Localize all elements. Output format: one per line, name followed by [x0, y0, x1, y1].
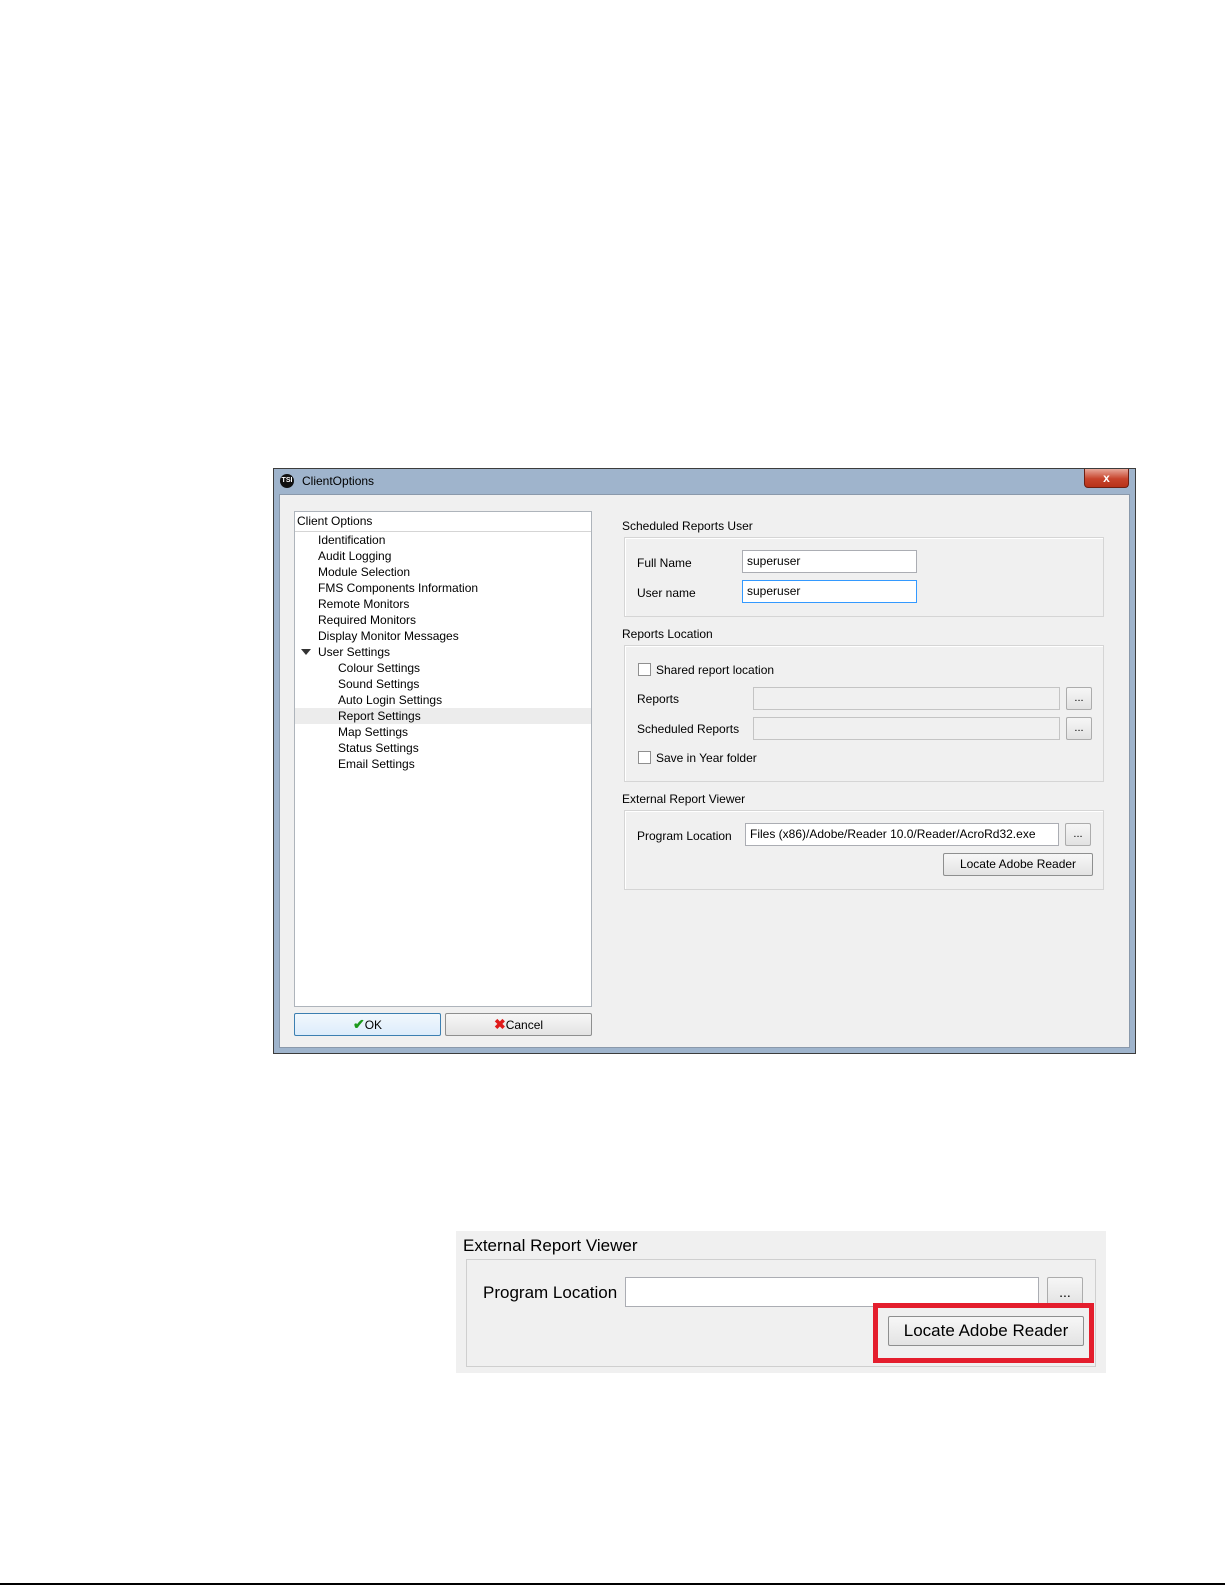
save-in-year-folder-checkbox[interactable] [638, 751, 651, 764]
tree-item-user-settings-label: User Settings [318, 645, 391, 659]
tree-item-sound-settings[interactable]: Sound Settings [295, 676, 591, 692]
tree-item-user-settings[interactable]: User Settings [295, 644, 591, 660]
checkmark-icon: ✔ [352, 1016, 365, 1032]
tsi-logo-icon: TSI [280, 474, 294, 488]
tree-item-display-monitor-messages[interactable]: Display Monitor Messages [295, 628, 591, 644]
ok-label: OK [364, 1018, 383, 1032]
dialog-body: Client Options Identification Audit Logg… [279, 494, 1130, 1048]
external-report-viewer-group: Program Location Files (x86)/Adobe/Reade… [624, 810, 1104, 890]
tree-item-fms-components[interactable]: FMS Components Information [295, 580, 591, 596]
program-location-field[interactable]: Files (x86)/Adobe/Reader 10.0/Reader/Acr… [745, 823, 1059, 846]
user-name-label: User name [637, 586, 696, 600]
tree-header: Client Options [295, 512, 591, 532]
tree-item-audit-logging[interactable]: Audit Logging [295, 548, 591, 564]
program-location-browse-button[interactable]: ... [1065, 823, 1091, 846]
options-tree: Client Options Identification Audit Logg… [294, 511, 592, 1007]
tree-item-remote-monitors[interactable]: Remote Monitors [295, 596, 591, 612]
highlight-box [873, 1303, 1094, 1363]
title-bar: TSI ClientOptions x [274, 469, 1135, 494]
tree-item-auto-login-settings[interactable]: Auto Login Settings [295, 692, 591, 708]
full-name-label: Full Name [637, 556, 692, 570]
shared-report-location-checkbox[interactable] [638, 663, 651, 676]
shared-report-location-label[interactable]: Shared report location [656, 663, 774, 677]
cancel-label: Cancel [505, 1018, 544, 1032]
external-report-viewer-title: External Report Viewer [622, 792, 746, 806]
tree-item-email-settings[interactable]: Email Settings [295, 756, 591, 772]
ok-button[interactable]: ✔OK [294, 1013, 441, 1036]
full-name-field[interactable]: superuser [742, 550, 917, 573]
tree-item-required-monitors[interactable]: Required Monitors [295, 612, 591, 628]
reports-label: Reports [637, 692, 680, 706]
zoom-program-location-label: Program Location [483, 1283, 618, 1302]
tree-item-module-selection[interactable]: Module Selection [295, 564, 591, 580]
user-name-field[interactable]: superuser [742, 580, 917, 603]
tree-item-colour-settings[interactable]: Colour Settings [295, 660, 591, 676]
reports-location-title: Reports Location [622, 627, 713, 641]
scheduled-reports-browse-button[interactable]: ... [1066, 717, 1092, 740]
program-location-label: Program Location [637, 829, 732, 843]
cross-icon: ✖ [493, 1016, 506, 1032]
tree-item-status-settings[interactable]: Status Settings [295, 740, 591, 756]
window-title: ClientOptions [302, 474, 375, 488]
scheduled-reports-path-field[interactable] [753, 717, 1060, 740]
tree-item-identification[interactable]: Identification [295, 532, 591, 548]
tree-item-map-settings[interactable]: Map Settings [295, 724, 591, 740]
scheduled-reports-user-title: Scheduled Reports User [622, 519, 753, 533]
scheduled-reports-label: Scheduled Reports [637, 722, 740, 736]
cancel-button[interactable]: ✖Cancel [445, 1013, 592, 1036]
expand-arrow-icon[interactable] [301, 649, 311, 655]
zoom-external-report-viewer-title: External Report Viewer [463, 1236, 638, 1255]
reports-location-group: Shared report location Reports ... Sched… [624, 645, 1104, 782]
scheduled-reports-user-group: Full Name superuser User name superuser [624, 537, 1104, 617]
client-options-window: TSI ClientOptions x Client Options Ident… [273, 468, 1136, 1054]
reports-path-field[interactable] [753, 687, 1060, 710]
locate-adobe-reader-button[interactable]: Locate Adobe Reader [943, 853, 1093, 876]
reports-browse-button[interactable]: ... [1066, 687, 1092, 710]
close-button[interactable]: x [1084, 469, 1129, 488]
tree-item-report-settings[interactable]: Report Settings [295, 708, 591, 724]
save-in-year-folder-label[interactable]: Save in Year folder [656, 751, 757, 765]
